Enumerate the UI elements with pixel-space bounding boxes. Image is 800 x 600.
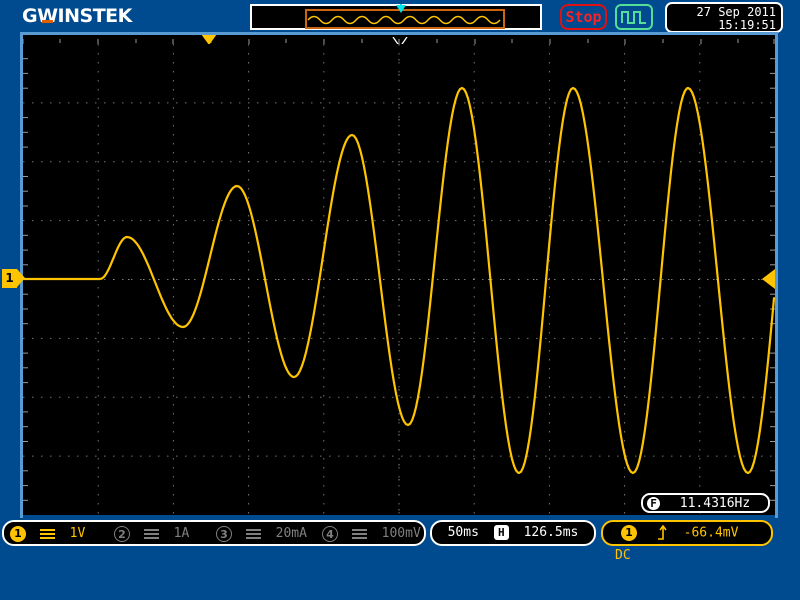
channel-4-badge: 4 <box>322 526 338 542</box>
top-status-bar: GWINSTEK Stop 27 Sep 2011 15:19:51 <box>0 0 800 34</box>
timebase-scale: 50ms <box>447 525 479 540</box>
channel1-waveform-trace <box>23 86 775 475</box>
brand-logo-accent <box>42 20 53 23</box>
channel-status-bar: 1 1V 2 1A 3 20mA 4 100mV <box>2 520 426 546</box>
channel-4-status[interactable]: 4 100mV <box>322 524 421 544</box>
oscilloscope-screen: GWINSTEK Stop 27 Sep 2011 15:19:51 1 F 1… <box>0 0 800 600</box>
date-label: 27 Sep 2011 <box>696 5 776 19</box>
timebase-status-bar[interactable]: 50ms H 126.5ms <box>430 520 596 546</box>
channel-2-status[interactable]: 2 1A <box>114 524 189 544</box>
brand-logo-text: GWINSTEK <box>22 5 132 27</box>
channel-3-badge: 3 <box>216 526 232 542</box>
brand-logo: GWINSTEK <box>22 5 132 27</box>
frequency-value: 11.4316Hz <box>679 496 751 511</box>
channel-1-badge: 1 <box>10 526 26 542</box>
frequency-badge-icon: F <box>647 497 660 510</box>
waveform-overview-preview[interactable] <box>250 4 542 30</box>
channel-4-scale: 100mV <box>381 526 421 541</box>
square-wave-glyph <box>621 11 646 24</box>
channel-1-scale: 1V <box>69 526 86 541</box>
trigger-level-marker[interactable] <box>762 269 775 289</box>
channel-3-status[interactable]: 3 20mA <box>216 524 307 544</box>
timebase-position: 126.5ms <box>523 525 579 540</box>
trigger-status-bar[interactable]: 1 -66.4mV DC <box>601 520 773 563</box>
preview-trigger-marker-icon <box>396 4 406 13</box>
rising-edge-icon <box>657 524 678 540</box>
channel-3-coupling-icon <box>245 529 261 539</box>
channel-4-coupling-icon <box>351 529 367 539</box>
run-stop-button[interactable]: Stop <box>560 4 607 30</box>
screen-border-top <box>22 32 776 35</box>
frequency-measurement-readout[interactable]: F 11.4316Hz <box>641 493 770 513</box>
channel-2-scale: 1A <box>173 526 190 541</box>
channel1-ground-marker[interactable]: 1 <box>2 269 25 288</box>
channel1-ground-arrow-icon <box>17 269 25 287</box>
time-label: 15:19:51 <box>718 18 776 32</box>
channel-3-scale: 20mA <box>275 526 307 541</box>
channel-1-coupling-icon <box>39 529 55 539</box>
horizontal-mode-icon: H <box>493 525 509 540</box>
channel-2-badge: 2 <box>114 526 130 542</box>
trigger-coupling: DC <box>615 547 631 563</box>
channel1-ground-label: 1 <box>2 269 17 288</box>
trigger-source-badge: 1 <box>621 525 637 541</box>
channel-1-status[interactable]: 1 1V <box>10 524 85 544</box>
square-wave-icon[interactable] <box>615 4 653 30</box>
trigger-position-ruler <box>22 34 775 49</box>
date-time-display: 27 Sep 2011 15:19:51 <box>665 2 783 33</box>
screen-border-right <box>775 32 778 518</box>
trigger-level-value: -66.4mV <box>683 525 739 541</box>
channel-2-coupling-icon <box>143 529 159 539</box>
waveform-display-area[interactable] <box>23 44 775 515</box>
